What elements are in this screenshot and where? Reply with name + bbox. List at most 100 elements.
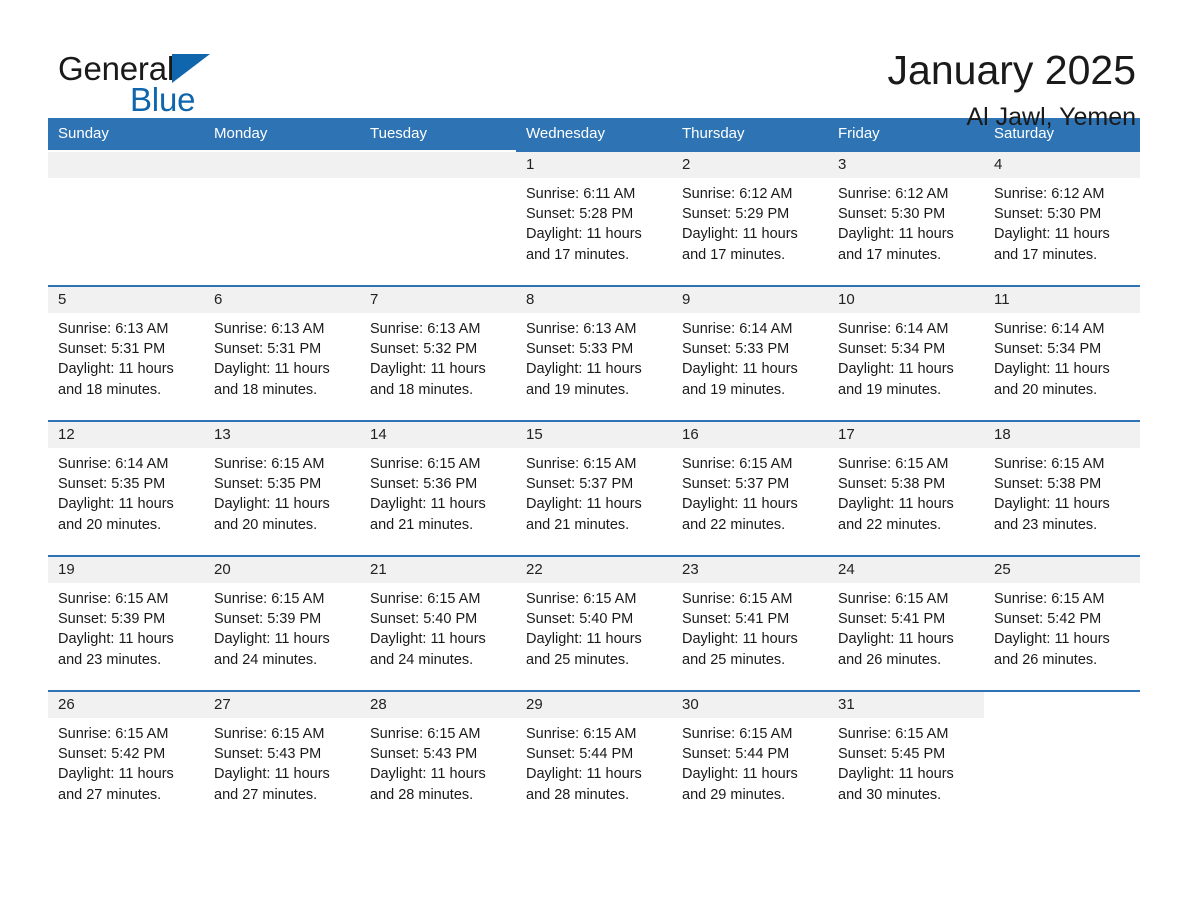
sunset-text: Sunset: 5:41 PM [682, 611, 790, 628]
sunrise-text: Sunrise: 6:14 AM [994, 321, 1105, 337]
sunset-text: Sunset: 5:44 PM [682, 746, 790, 763]
daylight-text: Daylight: 11 hours and 23 minutes. [58, 631, 174, 668]
weekday-header-sunday: Sunday [48, 118, 204, 151]
day-number: 21 [360, 557, 516, 583]
day-details: Sunrise: 6:12 AM Sunset: 5:29 PM Daylight:… [672, 178, 828, 265]
calendar-day-cell[interactable]: 20 Sunrise: 6:15 AM Sunset: 5:39 PM Dayligh… [204, 555, 360, 691]
calendar-day-cell[interactable]: 23 Sunrise: 6:15 AM Sunset: 5:41 PM Dayligh… [672, 555, 828, 691]
sunrise-text: Sunrise: 6:15 AM [994, 591, 1105, 607]
sunset-text: Sunset: 5:37 PM [682, 476, 790, 493]
calendar-body: 1 Sunrise: 6:11 AM Sunset: 5:28 PM Daylight… [48, 150, 1140, 826]
sunset-text: Sunset: 5:29 PM [682, 206, 790, 223]
calendar-day-cell[interactable]: 15 Sunrise: 6:15 AM Sunset: 5:37 PM Dayligh… [516, 420, 672, 556]
calendar-day-cell[interactable]: 31 Sunrise: 6:15 AM Sunset: 5:45 PM Dayligh… [828, 690, 984, 826]
daylight-text: Daylight: 11 hours and 27 minutes. [214, 766, 330, 803]
day-details: Sunrise: 6:15 AM Sunset: 5:39 PM Daylight:… [204, 583, 360, 670]
daylight-text: Daylight: 11 hours and 18 minutes. [370, 361, 486, 398]
day-number: 6 [204, 287, 360, 313]
calendar-day-cell[interactable]: 19 Sunrise: 6:15 AM Sunset: 5:39 PM Dayligh… [48, 555, 204, 691]
calendar-week-row: 5 Sunrise: 6:13 AM Sunset: 5:31 PM Daylight… [48, 285, 1140, 421]
calendar-cell-empty [360, 150, 516, 286]
daylight-text: Daylight: 11 hours and 17 minutes. [526, 226, 642, 263]
sunrise-text: Sunrise: 6:14 AM [838, 321, 949, 337]
calendar-day-cell[interactable]: 2 Sunrise: 6:12 AM Sunset: 5:29 PM Daylight… [672, 150, 828, 286]
calendar-day-cell[interactable]: 27 Sunrise: 6:15 AM Sunset: 5:43 PM Dayligh… [204, 690, 360, 826]
sunrise-text: Sunrise: 6:15 AM [994, 456, 1105, 472]
calendar-day-cell[interactable]: 5 Sunrise: 6:13 AM Sunset: 5:31 PM Daylight… [48, 285, 204, 421]
sunrise-text: Sunrise: 6:12 AM [682, 186, 793, 202]
calendar-cell-empty [984, 690, 1140, 826]
calendar-day-cell[interactable]: 30 Sunrise: 6:15 AM Sunset: 5:44 PM Dayligh… [672, 690, 828, 826]
day-details: Sunrise: 6:15 AM Sunset: 5:38 PM Daylight:… [828, 448, 984, 535]
day-details: Sunrise: 6:13 AM Sunset: 5:31 PM Daylight:… [204, 313, 360, 400]
calendar-day-cell[interactable]: 7 Sunrise: 6:13 AM Sunset: 5:32 PM Daylight… [360, 285, 516, 421]
sunrise-text: Sunrise: 6:11 AM [526, 186, 636, 202]
day-number: 8 [516, 287, 672, 313]
calendar-day-cell[interactable]: 12 Sunrise: 6:14 AM Sunset: 5:35 PM Dayligh… [48, 420, 204, 556]
daylight-text: Daylight: 11 hours and 19 minutes. [526, 361, 642, 398]
calendar-day-cell[interactable]: 6 Sunrise: 6:13 AM Sunset: 5:31 PM Daylight… [204, 285, 360, 421]
calendar-day-cell[interactable]: 24 Sunrise: 6:15 AM Sunset: 5:41 PM Dayligh… [828, 555, 984, 691]
day-number [360, 152, 516, 178]
sunset-text: Sunset: 5:42 PM [994, 611, 1102, 628]
sunset-text: Sunset: 5:38 PM [994, 476, 1102, 493]
calendar-day-cell[interactable]: 22 Sunrise: 6:15 AM Sunset: 5:40 PM Dayligh… [516, 555, 672, 691]
daylight-text: Daylight: 11 hours and 25 minutes. [526, 631, 642, 668]
sunrise-text: Sunrise: 6:14 AM [58, 456, 169, 472]
sunset-text: Sunset: 5:34 PM [838, 341, 946, 358]
sunset-text: Sunset: 5:31 PM [58, 341, 166, 358]
sunrise-text: Sunrise: 6:15 AM [370, 591, 481, 607]
day-details: Sunrise: 6:15 AM Sunset: 5:42 PM Daylight:… [984, 583, 1140, 670]
day-details: Sunrise: 6:15 AM Sunset: 5:37 PM Daylight:… [672, 448, 828, 535]
sunrise-text: Sunrise: 6:13 AM [370, 321, 481, 337]
day-number: 20 [204, 557, 360, 583]
calendar-day-cell[interactable]: 18 Sunrise: 6:15 AM Sunset: 5:38 PM Dayligh… [984, 420, 1140, 556]
weekday-header-monday: Monday [204, 118, 360, 151]
calendar-week-row: 12 Sunrise: 6:14 AM Sunset: 5:35 PM Dayligh… [48, 420, 1140, 556]
day-details: Sunrise: 6:15 AM Sunset: 5:39 PM Daylight:… [48, 583, 204, 670]
sunset-text: Sunset: 5:38 PM [838, 476, 946, 493]
calendar-day-cell[interactable]: 16 Sunrise: 6:15 AM Sunset: 5:37 PM Dayligh… [672, 420, 828, 556]
calendar-day-cell[interactable]: 13 Sunrise: 6:15 AM Sunset: 5:35 PM Dayligh… [204, 420, 360, 556]
calendar-day-cell[interactable]: 14 Sunrise: 6:15 AM Sunset: 5:36 PM Dayligh… [360, 420, 516, 556]
calendar-page: General Blue January 2025 Al Jawl, Yemen… [0, 0, 1188, 918]
sunset-text: Sunset: 5:44 PM [526, 746, 634, 763]
calendar-day-cell[interactable]: 26 Sunrise: 6:15 AM Sunset: 5:42 PM Dayligh… [48, 690, 204, 826]
daylight-text: Daylight: 11 hours and 17 minutes. [994, 226, 1110, 263]
calendar-week-row: 26 Sunrise: 6:15 AM Sunset: 5:42 PM Dayligh… [48, 690, 1140, 826]
daylight-text: Daylight: 11 hours and 17 minutes. [682, 226, 798, 263]
sunset-text: Sunset: 5:42 PM [58, 746, 166, 763]
sunrise-text: Sunrise: 6:15 AM [526, 726, 637, 742]
day-number: 10 [828, 287, 984, 313]
day-number: 26 [48, 692, 204, 718]
calendar-day-cell[interactable]: 4 Sunrise: 6:12 AM Sunset: 5:30 PM Daylight… [984, 150, 1140, 286]
sunset-text: Sunset: 5:40 PM [526, 611, 634, 628]
calendar-day-cell[interactable]: 3 Sunrise: 6:12 AM Sunset: 5:30 PM Daylight… [828, 150, 984, 286]
day-details: Sunrise: 6:13 AM Sunset: 5:33 PM Daylight:… [516, 313, 672, 400]
calendar-day-cell[interactable]: 21 Sunrise: 6:15 AM Sunset: 5:40 PM Dayligh… [360, 555, 516, 691]
sunrise-text: Sunrise: 6:15 AM [682, 591, 793, 607]
calendar-day-cell[interactable]: 10 Sunrise: 6:14 AM Sunset: 5:34 PM Dayligh… [828, 285, 984, 421]
calendar-day-cell[interactable]: 8 Sunrise: 6:13 AM Sunset: 5:33 PM Daylight… [516, 285, 672, 421]
calendar-day-cell[interactable]: 11 Sunrise: 6:14 AM Sunset: 5:34 PM Dayligh… [984, 285, 1140, 421]
sunset-text: Sunset: 5:37 PM [526, 476, 634, 493]
sunrise-text: Sunrise: 6:15 AM [214, 456, 325, 472]
sunrise-text: Sunrise: 6:15 AM [58, 591, 169, 607]
calendar-day-cell[interactable]: 28 Sunrise: 6:15 AM Sunset: 5:43 PM Dayligh… [360, 690, 516, 826]
calendar-day-cell[interactable]: 9 Sunrise: 6:14 AM Sunset: 5:33 PM Daylight… [672, 285, 828, 421]
daylight-text: Daylight: 11 hours and 19 minutes. [838, 361, 954, 398]
calendar-day-cell[interactable]: 25 Sunrise: 6:15 AM Sunset: 5:42 PM Dayligh… [984, 555, 1140, 691]
sunset-text: Sunset: 5:39 PM [214, 611, 322, 628]
day-details: Sunrise: 6:12 AM Sunset: 5:30 PM Daylight:… [984, 178, 1140, 265]
general-blue-logo[interactable]: General Blue [58, 50, 211, 118]
calendar-day-cell[interactable]: 1 Sunrise: 6:11 AM Sunset: 5:28 PM Daylight… [516, 150, 672, 286]
calendar-day-cell[interactable]: 29 Sunrise: 6:15 AM Sunset: 5:44 PM Dayligh… [516, 690, 672, 826]
calendar-cell-empty [48, 150, 204, 286]
calendar-day-cell[interactable]: 17 Sunrise: 6:15 AM Sunset: 5:38 PM Dayligh… [828, 420, 984, 556]
sunset-text: Sunset: 5:30 PM [994, 206, 1102, 223]
location-subtitle: Al Jawl, Yemen [966, 103, 1136, 131]
sunrise-text: Sunrise: 6:15 AM [214, 591, 325, 607]
sunrise-text: Sunrise: 6:13 AM [58, 321, 169, 337]
sunrise-text: Sunrise: 6:15 AM [58, 726, 169, 742]
day-number: 13 [204, 422, 360, 448]
